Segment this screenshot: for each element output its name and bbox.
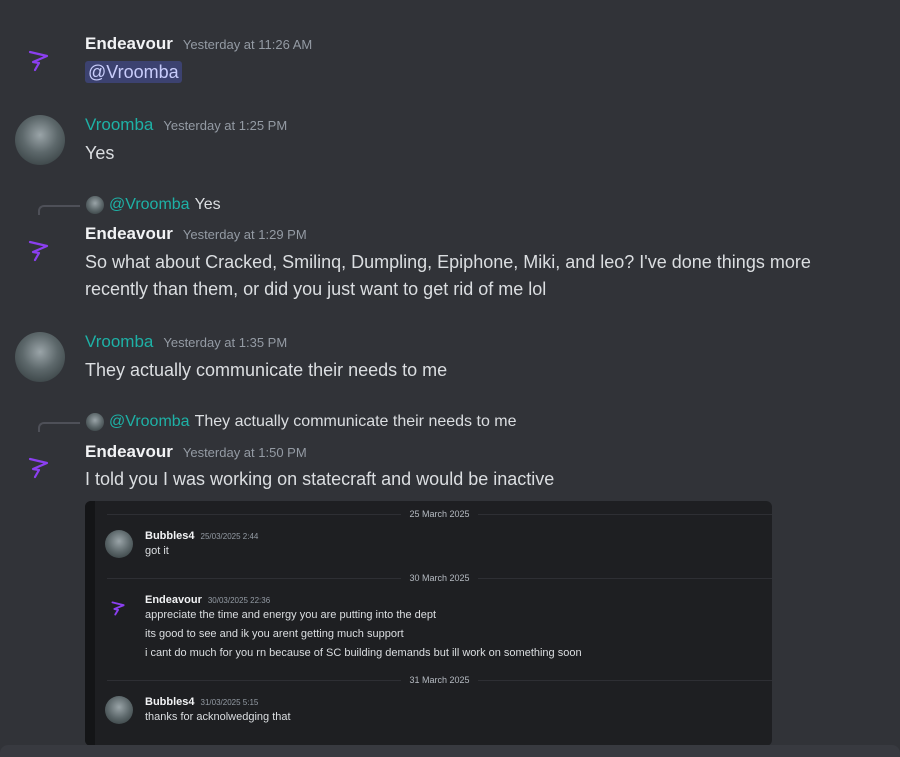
- reply-avatar: [86, 413, 104, 431]
- date-divider-label: 31 March 2025: [409, 675, 470, 685]
- embedded-username: Bubbles4: [145, 696, 195, 708]
- reply-preview[interactable]: @Vroomba Yes: [38, 195, 221, 215]
- message-text: @Vroomba: [85, 59, 875, 86]
- pointer-logo-icon[interactable]: [15, 34, 65, 84]
- reply-mention[interactable]: @Vroomba: [109, 413, 190, 431]
- date-divider: 31 March 2025: [107, 675, 772, 685]
- embedded-timestamp: 31/03/2025 5:15: [200, 698, 259, 707]
- message-header: Vroomba Yesterday at 1:25 PM: [85, 115, 287, 135]
- embedded-header: Endeavour 30/03/2025 22:36: [145, 594, 270, 606]
- date-divider: 25 March 2025: [107, 509, 772, 519]
- attachment-edge: [85, 501, 95, 746]
- reply-preview[interactable]: @Vroomba They actually communicate their…: [38, 412, 517, 432]
- message-text: Yes: [85, 143, 115, 163]
- reply-text: They actually communicate their needs to…: [194, 413, 517, 430]
- embedded-line: appreciate the time and energy you are p…: [145, 609, 437, 621]
- pointer-logo-icon[interactable]: [15, 441, 65, 491]
- message-text: I told you I was working on statecraft a…: [85, 469, 555, 489]
- reply-avatar: [86, 196, 104, 214]
- username[interactable]: Endeavour: [85, 34, 173, 54]
- username[interactable]: Vroomba: [85, 115, 153, 135]
- date-divider-label: 30 March 2025: [409, 573, 470, 583]
- embedded-line: thanks for acknolwedging that: [145, 711, 291, 723]
- username[interactable]: Vroomba: [85, 332, 153, 352]
- embedded-line: its good to see and ik you arent getting…: [145, 628, 404, 640]
- timestamp[interactable]: Yesterday at 1:50 PM: [183, 445, 307, 460]
- user-photo-avatar[interactable]: [15, 332, 65, 382]
- user-photo-avatar: [105, 696, 133, 724]
- embedded-username: Bubbles4: [145, 530, 195, 542]
- user-photo-avatar: [105, 530, 133, 558]
- message-header: Endeavour Yesterday at 11:26 AM: [85, 34, 312, 54]
- reply-mention[interactable]: @Vroomba: [109, 196, 190, 214]
- embedded-timestamp: 30/03/2025 22:36: [207, 596, 271, 605]
- username[interactable]: Endeavour: [85, 442, 173, 462]
- username[interactable]: Endeavour: [85, 224, 173, 244]
- embedded-line: i cant do much for you rn because of SC …: [145, 647, 582, 659]
- embedded-header: Bubbles4 31/03/2025 5:15: [145, 696, 258, 708]
- user-photo-avatar[interactable]: [15, 115, 65, 165]
- embedded-line: got it: [145, 545, 169, 557]
- chat-messages: Endeavour Yesterday at 11:26 AM @Vroomba…: [0, 0, 900, 757]
- timestamp[interactable]: Yesterday at 1:29 PM: [183, 227, 307, 242]
- embedded-header: Bubbles4 25/03/2025 2:44: [145, 530, 258, 542]
- timestamp[interactable]: Yesterday at 11:26 AM: [183, 37, 312, 52]
- timestamp[interactable]: Yesterday at 1:25 PM: [163, 118, 287, 133]
- message-header: Vroomba Yesterday at 1:35 PM: [85, 332, 287, 352]
- image-attachment[interactable]: 25 March 2025 Bubbles4 25/03/2025 2:44 g…: [85, 501, 772, 746]
- embedded-timestamp: 25/03/2025 2:44: [200, 532, 259, 541]
- date-divider: 30 March 2025: [107, 573, 772, 583]
- embedded-username: Endeavour: [145, 594, 202, 606]
- message-composer[interactable]: [0, 745, 900, 757]
- reply-connector: [38, 205, 80, 215]
- reply-text: Yes: [194, 196, 221, 213]
- reply-connector: [38, 422, 80, 432]
- timestamp[interactable]: Yesterday at 1:35 PM: [163, 335, 287, 350]
- date-divider-label: 25 March 2025: [409, 509, 470, 519]
- message-header: Endeavour Yesterday at 1:29 PM: [85, 224, 307, 244]
- message-header: Endeavour Yesterday at 1:50 PM: [85, 442, 307, 462]
- message-text: So what about Cracked, Smilinq, Dumpling…: [85, 252, 811, 299]
- pointer-logo-icon: [105, 594, 133, 622]
- pointer-logo-icon[interactable]: [15, 224, 65, 274]
- message-text: They actually communicate their needs to…: [85, 360, 448, 380]
- user-mention[interactable]: @Vroomba: [85, 61, 182, 83]
